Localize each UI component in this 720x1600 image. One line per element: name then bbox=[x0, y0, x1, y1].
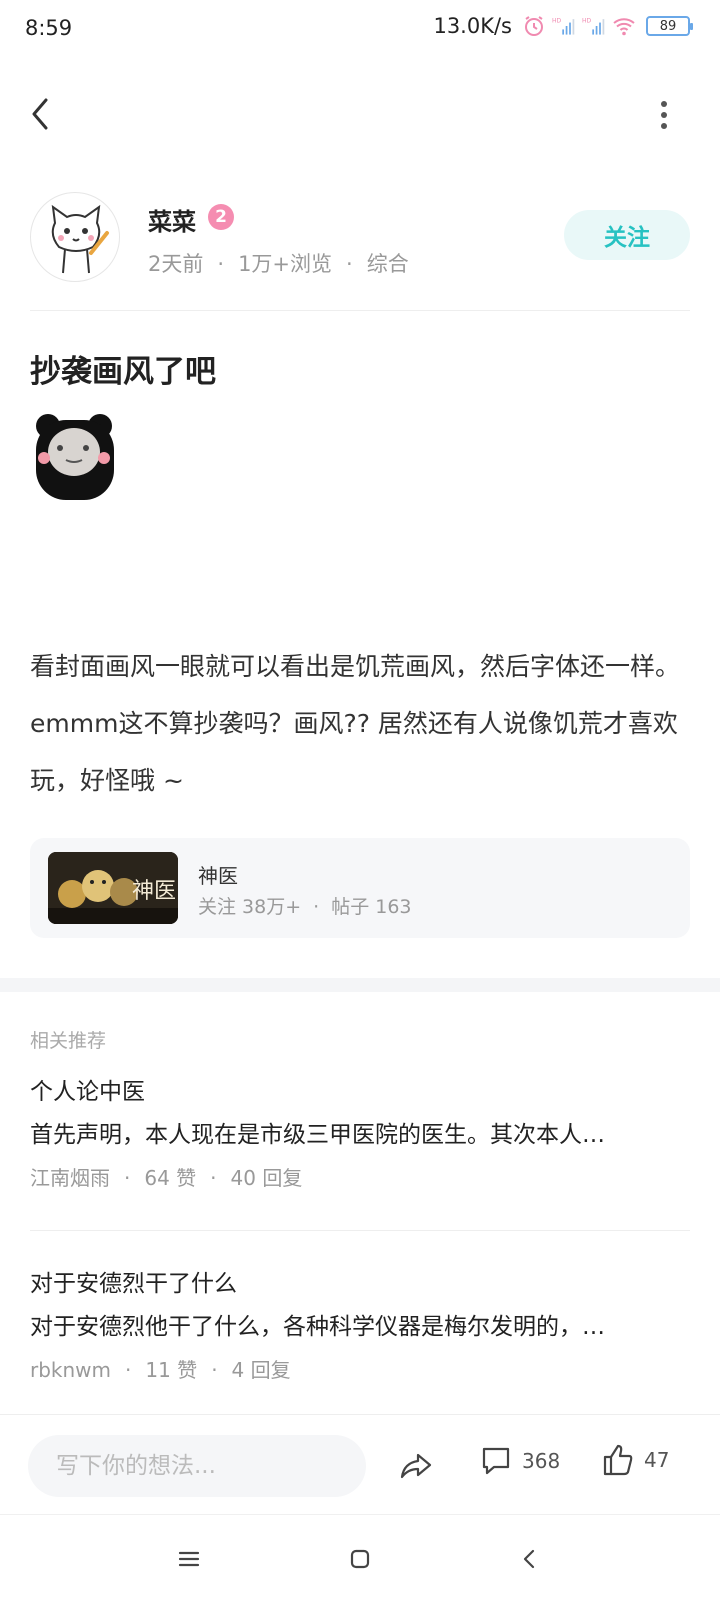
section-separator bbox=[0, 978, 720, 992]
post-category: 综合 bbox=[366, 252, 409, 276]
svg-text:HD: HD bbox=[582, 18, 592, 25]
menu-icon[interactable] bbox=[175, 1545, 203, 1573]
comment-input[interactable] bbox=[28, 1435, 366, 1497]
list-item[interactable]: 个人论中医 首先声明，本人现在是市级三甲医院的医生。其次本人… 江南烟雨 · 64 … bbox=[30, 1072, 690, 1191]
back-icon[interactable] bbox=[516, 1545, 544, 1573]
rec-meta: 江南烟雨 · 64 赞 · 40 回复 bbox=[30, 1166, 303, 1190]
more-vertical-icon[interactable] bbox=[658, 100, 670, 130]
home-icon[interactable] bbox=[346, 1545, 374, 1573]
author-row: 菜菜 2 2天前 · 1万+浏览 · 综合 关注 bbox=[30, 192, 690, 288]
divider bbox=[30, 1230, 690, 1231]
bear-sticker-image bbox=[36, 414, 114, 500]
network-speed: 13.0K/s bbox=[433, 14, 512, 38]
rec-likes: 11 赞 bbox=[145, 1358, 198, 1382]
chevron-left-icon[interactable] bbox=[26, 94, 56, 134]
alarm-icon bbox=[525, 16, 543, 36]
comment-button[interactable]: 368 bbox=[480, 1445, 560, 1477]
game-posts: 帖子 163 bbox=[331, 896, 412, 918]
rec-title: 对于安德烈干了什么 bbox=[30, 1271, 237, 1297]
battery-indicator: 89 bbox=[646, 16, 693, 36]
comment-count: 368 bbox=[522, 1449, 561, 1473]
rec-snippet: 对于安德烈他干了什么，各种科学仪器是梅尔发明的，… bbox=[30, 1314, 605, 1340]
svg-text:HD: HD bbox=[552, 18, 562, 25]
post-body: 看封面画风一眼就可以看出是饥荒画风，然后字体还一样。emmm这不算抄袭吗？画风?… bbox=[30, 652, 681, 795]
signal-hd-icon: HD bbox=[552, 18, 575, 35]
status-icons: 13.0K/s HD HD 89 bbox=[433, 14, 693, 38]
rec-author: 江南烟雨 bbox=[30, 1166, 110, 1190]
like-count: 47 bbox=[644, 1448, 670, 1472]
game-cover-title: 神医 bbox=[132, 879, 176, 904]
rec-title: 个人论中医 bbox=[30, 1079, 145, 1105]
wifi-icon bbox=[613, 18, 635, 36]
game-followers: 关注 38万+ bbox=[198, 896, 302, 918]
rec-meta: rbknwm · 11 赞 · 4 回复 bbox=[30, 1358, 291, 1382]
status-bar: 8:59 13.0K/s HD HD 89 bbox=[0, 0, 720, 60]
follow-button[interactable]: 关注 bbox=[564, 210, 690, 260]
like-button[interactable]: 47 bbox=[602, 1443, 669, 1477]
author-meta: 2天前 · 1万+浏览 · 综合 bbox=[148, 252, 409, 276]
battery-level: 89 bbox=[659, 18, 677, 34]
thumbs-up-icon bbox=[603, 1444, 633, 1476]
view-count: 1万+浏览 bbox=[238, 252, 333, 276]
comment-icon bbox=[482, 1447, 510, 1475]
game-card[interactable]: 神医 神医 关注 38万+ · 帖子 163 bbox=[30, 838, 690, 938]
game-thumbnail: 神医 bbox=[48, 852, 178, 924]
system-nav-bar bbox=[0, 1514, 720, 1600]
game-name: 神医 bbox=[198, 864, 238, 888]
level-badge: 2 bbox=[208, 204, 234, 230]
share-icon[interactable] bbox=[398, 1447, 434, 1483]
game-cover-image: 神医 bbox=[48, 852, 178, 924]
rec-snippet: 首先声明，本人现在是市级三甲医院的医生。其次本人… bbox=[30, 1122, 605, 1148]
list-item[interactable]: 对于安德烈干了什么 对于安德烈他干了什么，各种科学仪器是梅尔发明的，… rbkn… bbox=[30, 1264, 690, 1383]
author-name[interactable]: 菜菜 bbox=[148, 202, 196, 237]
game-meta: 关注 38万+ · 帖子 163 bbox=[198, 896, 412, 918]
signal-hd-icon: HD bbox=[582, 18, 605, 35]
bottom-action-bar: 368 47 bbox=[0, 1414, 720, 1514]
post-time: 2天前 bbox=[148, 252, 204, 276]
avatar[interactable] bbox=[30, 192, 120, 282]
status-time: 8:59 bbox=[25, 16, 73, 40]
rec-replies: 4 回复 bbox=[231, 1358, 291, 1382]
rec-likes: 64 赞 bbox=[144, 1166, 197, 1190]
recommendations-header: 相关推荐 bbox=[30, 1030, 107, 1052]
rec-author: rbknwm bbox=[30, 1358, 112, 1382]
post-title: 抄袭画风了吧 bbox=[30, 354, 216, 390]
divider bbox=[30, 310, 690, 311]
cat-avatar-icon bbox=[51, 204, 109, 274]
rec-replies: 40 回复 bbox=[230, 1166, 303, 1190]
